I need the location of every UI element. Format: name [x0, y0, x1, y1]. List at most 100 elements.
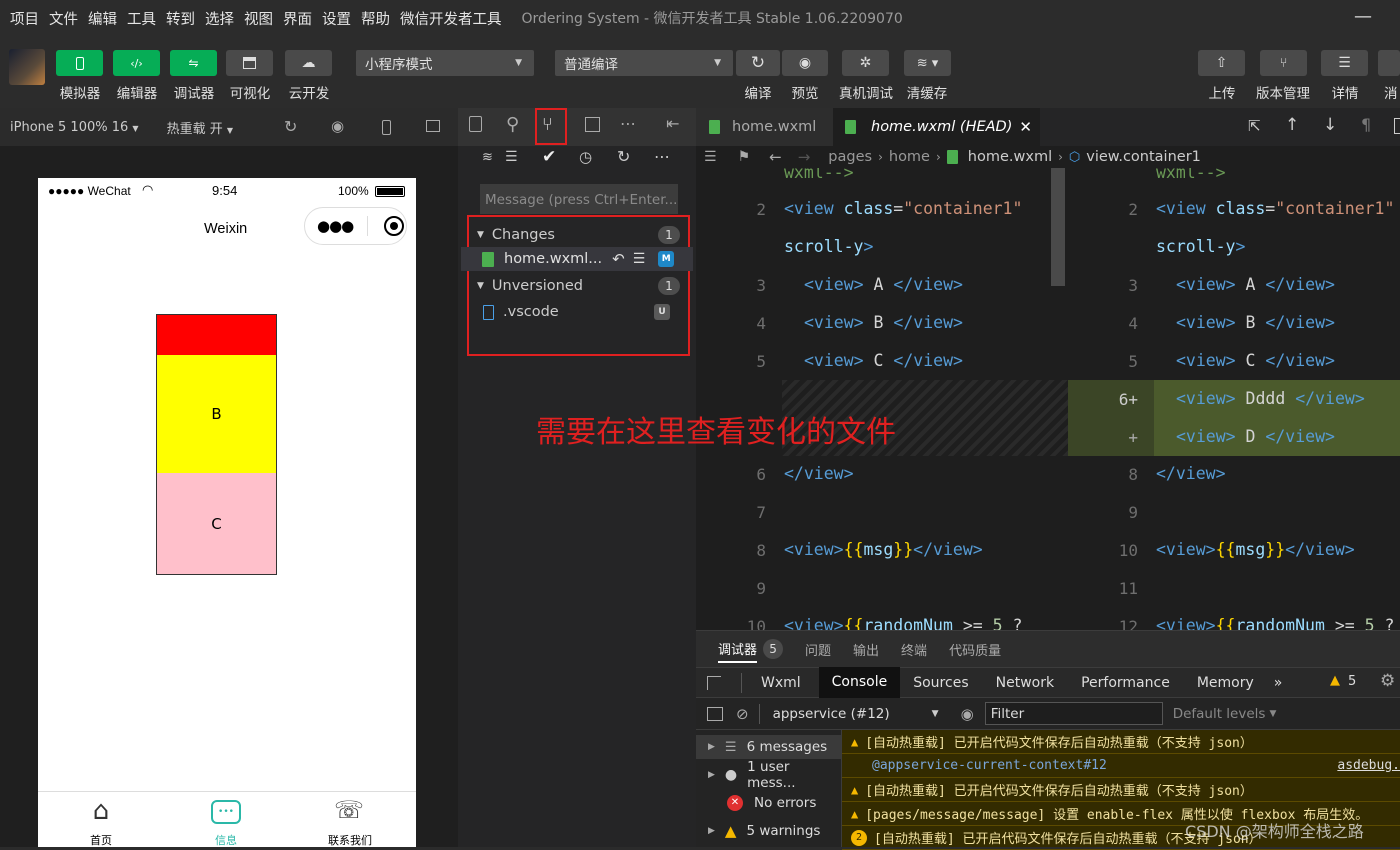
log-row[interactable]: ▲ [自动热重载] 已开启代码文件保存后自动热重载（不支持 json）	[842, 730, 1400, 754]
tab-code-quality[interactable]: 代码质量	[949, 640, 1001, 659]
reload-icon[interactable]: ↻	[284, 117, 297, 136]
list-icon[interactable]: ☰	[633, 251, 646, 267]
tab-performance[interactable]: Performance	[1081, 675, 1170, 691]
visual-button[interactable]	[226, 50, 273, 76]
extensions-icon[interactable]	[585, 117, 600, 132]
phone-call-icon[interactable]: ☏	[334, 795, 364, 825]
levels-select[interactable]: Default levels	[1173, 706, 1266, 722]
tab-sources[interactable]: Sources	[913, 675, 968, 691]
changed-file-row[interactable]: home.wxml... ↶ ☰ M	[461, 247, 693, 271]
tab-network[interactable]: Network	[996, 675, 1054, 691]
compile-select[interactable]: 普通编译 ▼	[555, 50, 733, 76]
menu-item[interactable]: 编辑	[88, 8, 117, 29]
unversioned-group[interactable]: ▼ Unversioned 1	[470, 275, 680, 297]
unversioned-file-row[interactable]: .vscode U	[470, 301, 680, 323]
simulator-button[interactable]	[56, 50, 103, 76]
tab-console[interactable]: Console	[818, 667, 901, 698]
menu-item[interactable]: 视图	[244, 8, 273, 29]
version-button[interactable]: ⑂	[1260, 50, 1307, 76]
collapse-panel-icon[interactable]: ⇤	[666, 114, 679, 133]
menu-item[interactable]: 选择	[205, 8, 234, 29]
close-icon[interactable]: ✕	[1019, 118, 1032, 136]
breadcrumb-item[interactable]: pages	[828, 149, 872, 165]
home-icon[interactable]: ⌂	[83, 796, 119, 826]
diff-editor-original[interactable]: wxml--> 2 <view class="container1" scrol…	[696, 168, 1068, 630]
files-icon[interactable]	[469, 116, 482, 132]
split-editor-icon[interactable]	[1394, 118, 1400, 134]
message-icon[interactable]: •••	[211, 800, 241, 824]
menu-item[interactable]: 设置	[322, 8, 351, 29]
open-change-icon[interactable]: ⇱	[1248, 117, 1261, 135]
cloud-button[interactable]: ☁	[285, 50, 332, 76]
sidebar-item-warnings[interactable]: ▶ ▲ 5 warnings	[696, 819, 841, 843]
history-icon[interactable]: ◷	[579, 148, 592, 166]
menu-item[interactable]: 项目	[10, 8, 39, 29]
tab-home-wxml-head[interactable]: home.wxml (HEAD) ✕	[833, 108, 1040, 146]
log-row[interactable]: ▲ [自动热重载] 已开启代码文件保存后自动热重载（不支持 json）	[842, 778, 1400, 802]
sidebar-item-user-messages[interactable]: ▶ ● 1 user mess...	[696, 759, 841, 791]
more-tabs-icon[interactable]: »	[1274, 675, 1283, 691]
more-icon[interactable]: ⋯	[620, 114, 636, 133]
commit-check-icon[interactable]: ✔	[542, 147, 556, 167]
stop-icon[interactable]: ◉	[331, 117, 344, 135]
arrow-down-icon[interactable]: ↓	[1323, 115, 1337, 135]
arrow-up-icon[interactable]: ↑	[1285, 115, 1299, 135]
tab-terminal[interactable]: 终端	[901, 640, 927, 659]
discard-icon[interactable]: ↶	[612, 250, 625, 268]
bookmark-icon[interactable]: ⚑	[738, 149, 751, 165]
device-select[interactable]: iPhone 5 100% 16 ▼	[10, 120, 139, 135]
filter-input[interactable]: Filter	[984, 702, 1163, 725]
warning-count[interactable]: 5	[1348, 674, 1356, 689]
tab-problems[interactable]: 问题	[805, 640, 831, 659]
more-button[interactable]	[1378, 50, 1400, 76]
pilcrow-icon[interactable]: ¶	[1361, 115, 1371, 134]
outline-icon[interactable]: ☰	[704, 149, 717, 165]
log-row[interactable]: @appservice-current-context#12 asdebug.	[842, 754, 1400, 778]
menu-item[interactable]: 转到	[166, 8, 195, 29]
phone-icon[interactable]	[382, 120, 391, 135]
tab-home-wxml[interactable]: home.wxml	[696, 108, 833, 146]
more-icon[interactable]: ⋯	[654, 147, 670, 166]
diff-editor-modified[interactable]: wxml--> 2 <view class="container1" scrol…	[1068, 168, 1400, 630]
hot-reload-select[interactable]: 热重载 开 ▼	[167, 118, 233, 137]
gear-icon[interactable]: ⚙	[1380, 671, 1395, 691]
mode-select[interactable]: 小程序模式 ▼	[356, 50, 534, 76]
back-icon[interactable]: ←	[769, 148, 782, 166]
menu-item[interactable]: 界面	[283, 8, 312, 29]
tab-contact[interactable]: 联系我们	[322, 832, 378, 848]
search-icon[interactable]: ⚲	[506, 114, 519, 135]
log-context-link[interactable]: @appservice-current-context#12	[872, 758, 1107, 773]
popout-icon[interactable]	[426, 120, 440, 132]
breadcrumb-item[interactable]: home	[889, 149, 930, 165]
upload-button[interactable]: ⇧	[1198, 50, 1245, 76]
clear-console-icon[interactable]: ⊘	[736, 705, 749, 723]
debugger-button[interactable]: ⇋	[170, 50, 217, 76]
tree-icon[interactable]: ☰	[505, 149, 518, 165]
tab-debugger[interactable]: 调试器	[718, 636, 758, 663]
commit-message-input[interactable]: Message (press Ctrl+Enter...	[480, 184, 678, 214]
inspect-icon[interactable]	[707, 675, 721, 690]
tab-info[interactable]: 信息	[201, 832, 251, 848]
stage-icon[interactable]: ≋	[482, 150, 493, 165]
menu-item[interactable]: 工具	[127, 8, 156, 29]
sidebar-item-errors[interactable]: ✕ No errors	[696, 791, 841, 815]
tab-home[interactable]: 首页	[76, 832, 126, 848]
tab-output[interactable]: 输出	[853, 640, 879, 659]
avatar[interactable]	[9, 49, 45, 85]
context-select[interactable]: appservice (#12)	[773, 706, 890, 722]
preview-button[interactable]: ◉	[782, 50, 828, 76]
clear-cache-button[interactable]: ≋ ▾	[904, 50, 951, 76]
breadcrumb-item[interactable]: home.wxml	[968, 149, 1052, 165]
real-debug-button[interactable]: ✲	[842, 50, 889, 76]
details-button[interactable]: ☰	[1321, 50, 1368, 76]
menu-item[interactable]: 微信开发者工具	[400, 8, 502, 29]
sidebar-item-messages[interactable]: ▶ ☰ 6 messages	[696, 735, 841, 759]
close-mp-icon[interactable]	[384, 216, 405, 236]
more-dots-icon[interactable]: ●●●	[317, 217, 354, 235]
minimize-icon[interactable]: —	[1354, 8, 1372, 26]
compile-button[interactable]: ↻	[736, 50, 780, 76]
menu-item[interactable]: 文件	[49, 8, 78, 29]
tab-memory[interactable]: Memory	[1197, 675, 1254, 691]
editor-button[interactable]: ‹/›	[113, 50, 160, 76]
breadcrumb-item[interactable]: view.container1	[1086, 149, 1201, 165]
